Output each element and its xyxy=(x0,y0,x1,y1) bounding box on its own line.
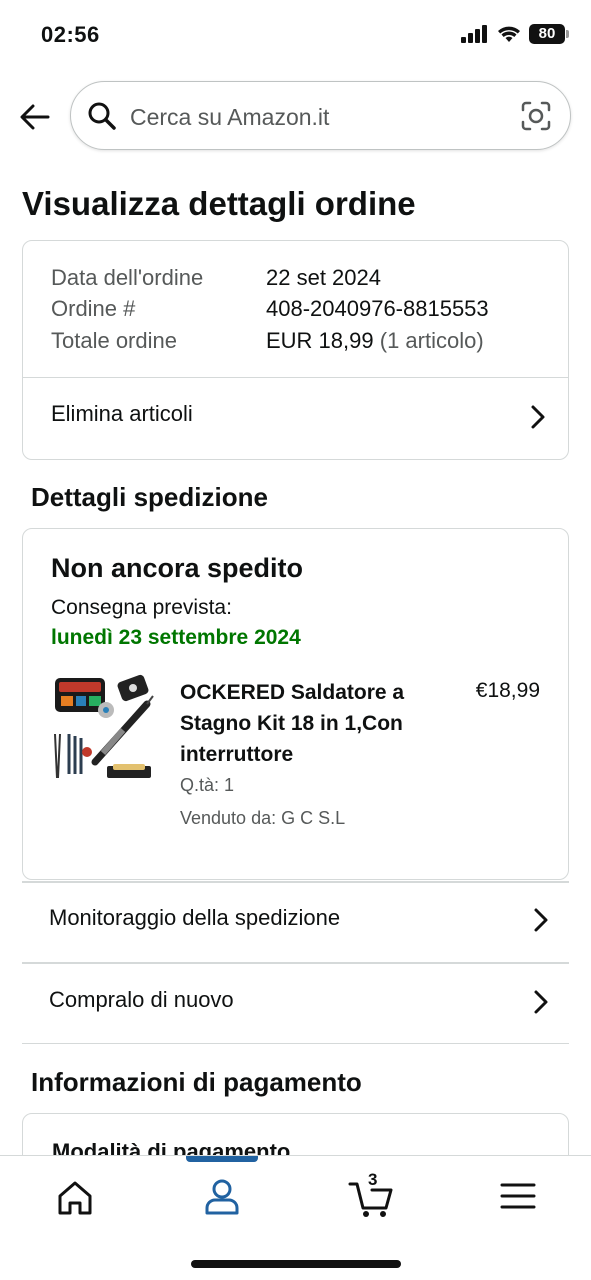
order-total-items: (1 articolo) xyxy=(379,328,484,353)
order-total-value: EUR 18,99 (1 articolo) xyxy=(266,328,484,354)
search-input[interactable]: Cerca su Amazon.it xyxy=(70,81,571,150)
chevron-right-icon xyxy=(531,405,545,429)
bottom-nav: 3 xyxy=(0,1155,591,1280)
product-price: €18,99 xyxy=(475,679,540,702)
order-number-label: Ordine # xyxy=(51,296,136,321)
search-icon xyxy=(88,102,116,130)
payment-section-title: Informazioni di pagamento xyxy=(31,1067,362,1097)
status-time: 02:56 xyxy=(41,22,100,47)
active-tab-indicator xyxy=(186,1156,258,1162)
home-icon[interactable] xyxy=(55,1178,95,1218)
cart-button[interactable]: 3 xyxy=(348,1170,394,1218)
product-quantity: Q.tà: 1 xyxy=(180,775,235,795)
order-date-label: Data dell'ordine xyxy=(51,265,204,290)
expected-delivery-date: lunedì 23 settembre 2024 xyxy=(51,626,301,649)
order-summary-card: Data dell'ordine 22 set 2024 Ordine # 40… xyxy=(22,240,569,460)
track-shipment-row[interactable]: Monitoraggio della spedizione xyxy=(22,880,569,962)
order-number-value: 408-2040976-8815553 xyxy=(266,296,489,321)
expected-delivery-label: Consegna prevista: xyxy=(51,596,232,619)
cart-count-badge: 3 xyxy=(368,1170,378,1189)
home-indicator[interactable] xyxy=(191,1260,401,1268)
camera-scan-icon[interactable] xyxy=(520,100,552,132)
order-total-label: Totale ordine xyxy=(51,328,177,353)
product-seller: Venduto da: G C S.L xyxy=(180,808,346,828)
buy-again-row[interactable]: Compralo di nuovo xyxy=(22,962,569,1044)
shipping-section-title: Dettagli spedizione xyxy=(31,482,268,512)
shipment-status: Non ancora spedito xyxy=(51,553,304,583)
divider xyxy=(22,1043,569,1044)
search-placeholder: Cerca su Amazon.it xyxy=(130,104,330,130)
battery-icon: 80 xyxy=(529,24,569,44)
order-date-value: 22 set 2024 xyxy=(266,265,381,290)
chevron-right-icon xyxy=(534,990,548,1014)
account-icon[interactable] xyxy=(202,1176,242,1216)
product-title[interactable]: OCKERED Saldatore a Stagno Kit 18 in 1,C… xyxy=(180,677,420,770)
delete-items-label: Elimina articoli xyxy=(51,401,193,426)
signal-icon xyxy=(461,25,487,43)
chevron-right-icon xyxy=(534,908,548,932)
back-arrow-icon[interactable] xyxy=(18,100,52,134)
wifi-icon xyxy=(498,26,520,42)
order-total-amount: EUR 18,99 xyxy=(266,328,374,353)
buy-again-label: Compralo di nuovo xyxy=(49,987,234,1012)
status-bar: 02:56 80 xyxy=(0,0,591,70)
menu-icon[interactable] xyxy=(498,1176,538,1216)
delete-items-row[interactable]: Elimina articoli xyxy=(23,377,568,457)
product-image[interactable] xyxy=(51,674,155,784)
track-shipment-label: Monitoraggio della spedizione xyxy=(49,905,341,930)
page-title: Visualizza dettagli ordine xyxy=(22,185,416,222)
status-icons: 80 xyxy=(461,24,569,44)
shipment-card: Non ancora spedito Consegna prevista: lu… xyxy=(22,528,569,880)
